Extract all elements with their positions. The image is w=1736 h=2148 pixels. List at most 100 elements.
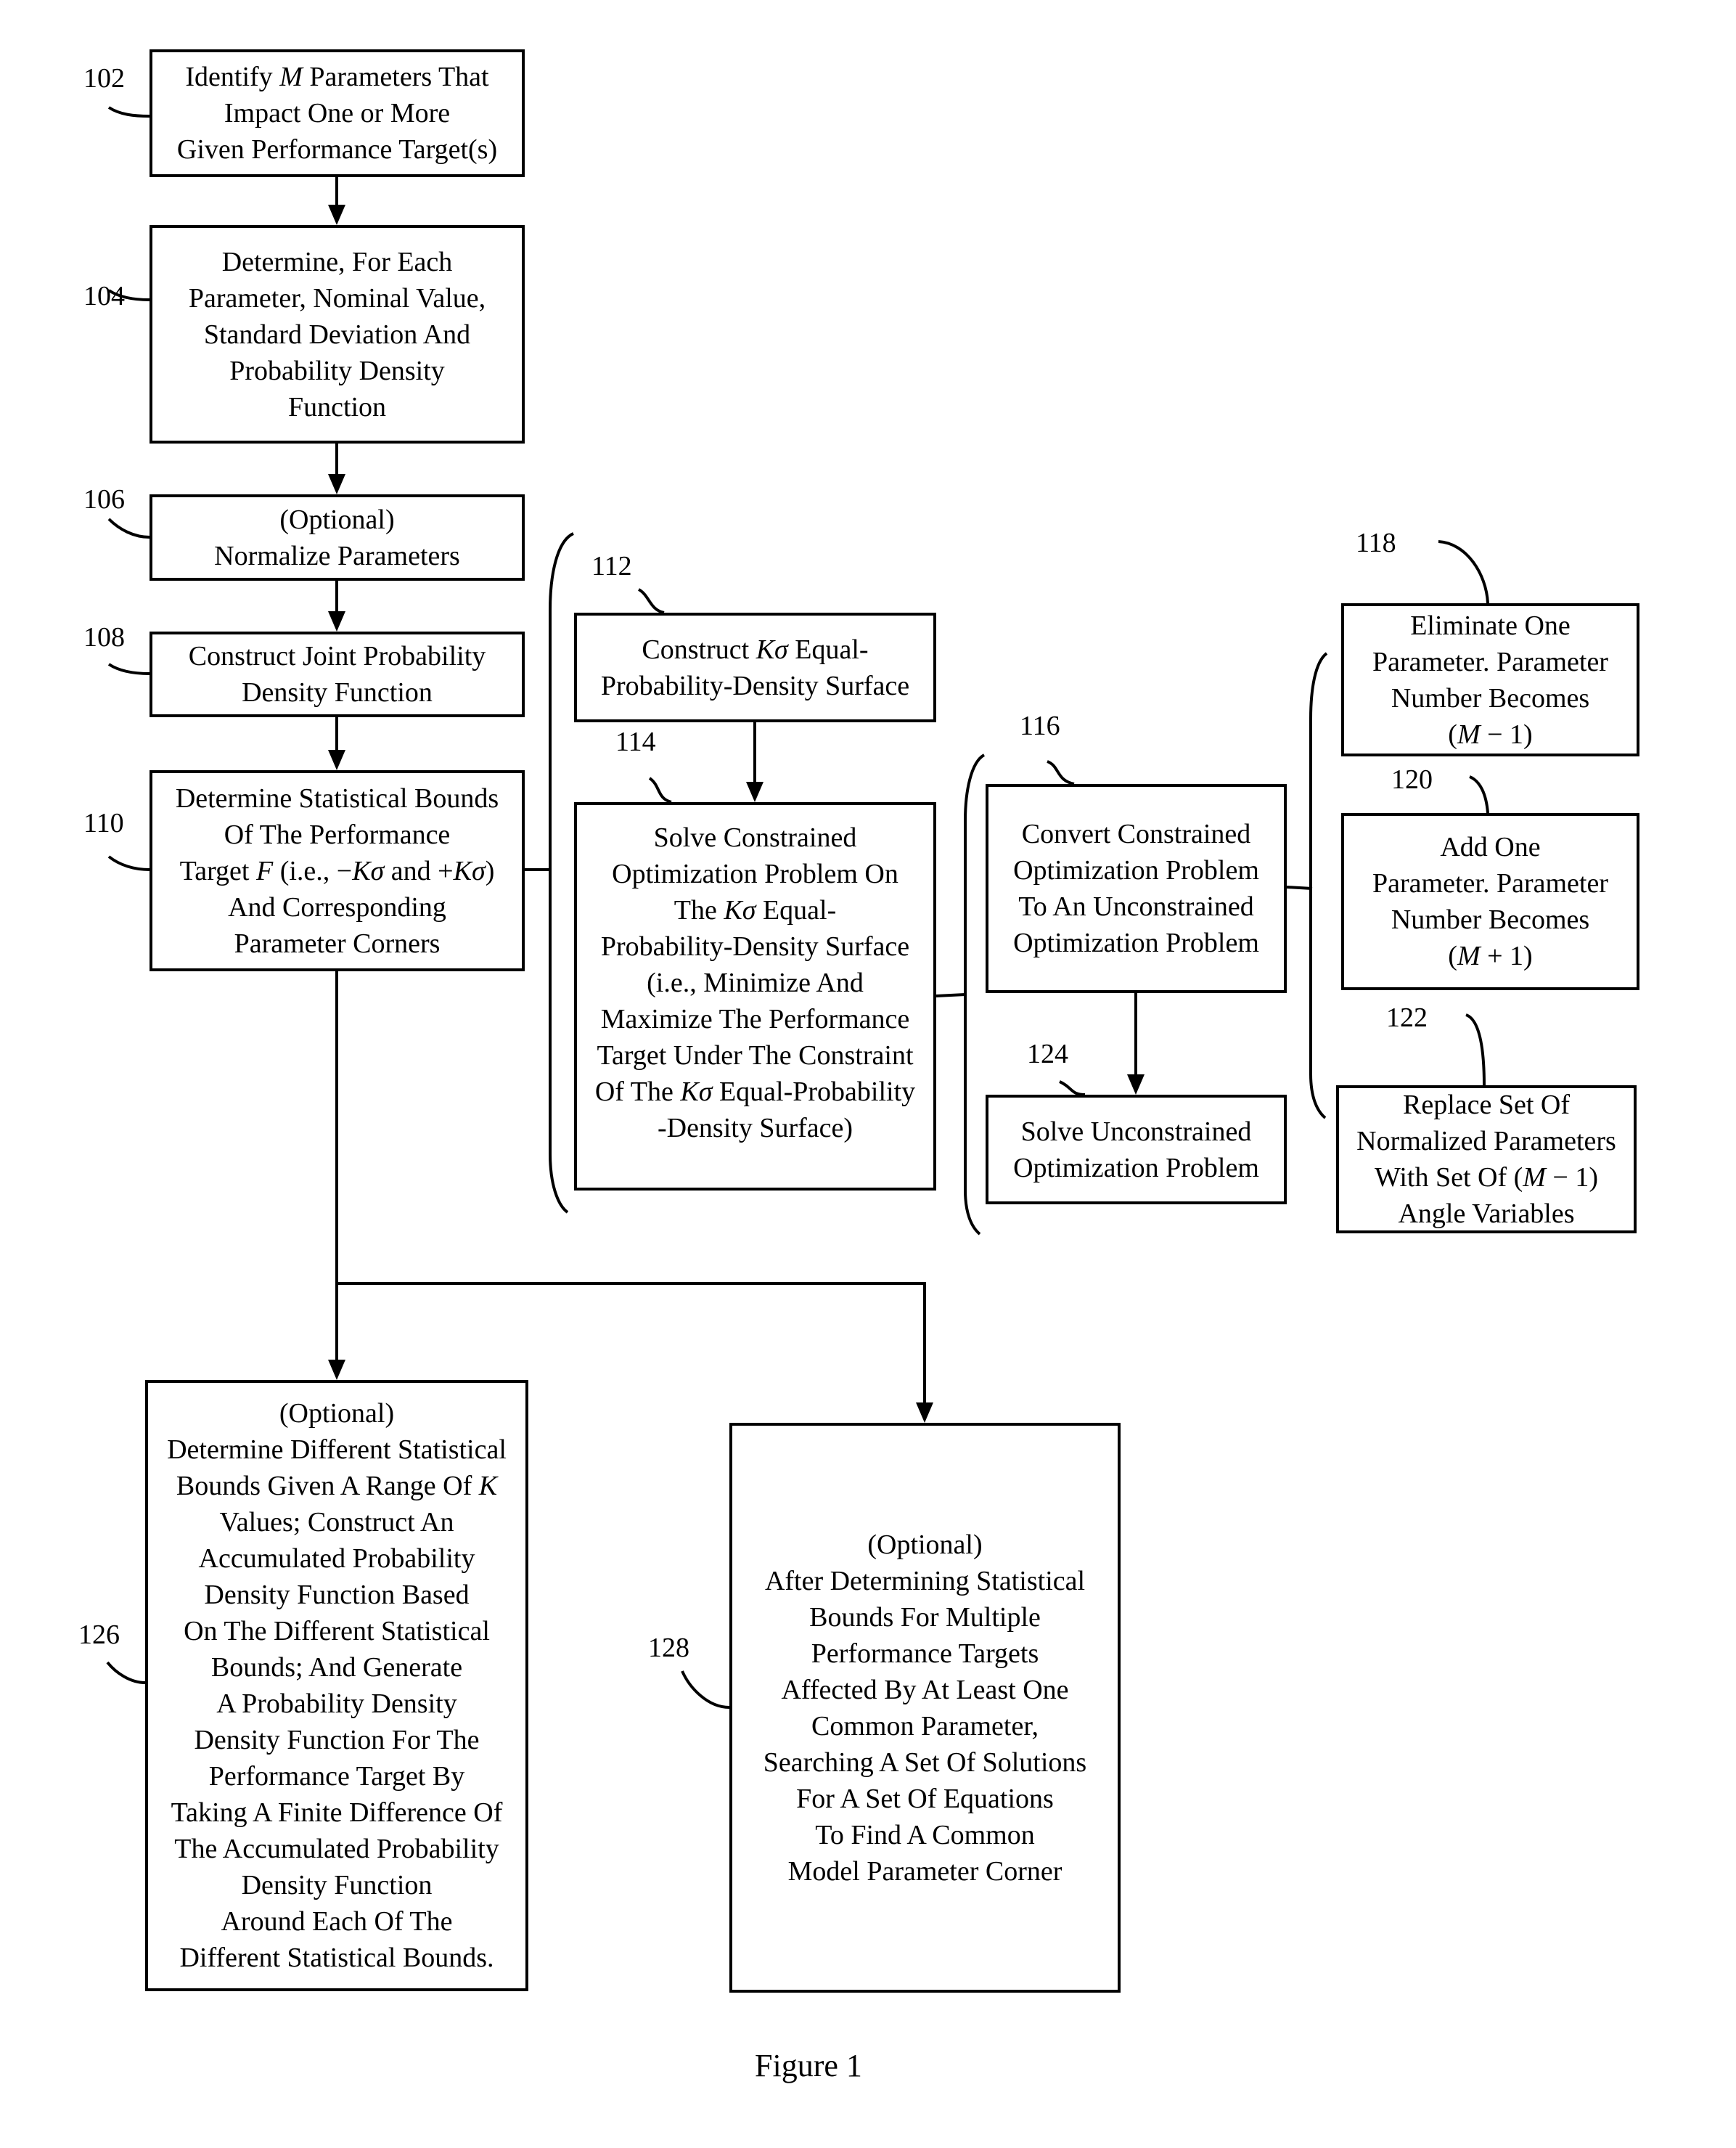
step-text-line: Function (287, 391, 387, 422)
step-text-line: The Kσ Equal- (673, 895, 837, 926)
step-text-line: Normalize Parameters (214, 540, 460, 571)
arrowhead-106 (328, 474, 345, 494)
step-114-solve-constrained: Solve Constrained Optimization Problem On… (574, 802, 936, 1191)
step-text-line: Angle Variables (1398, 1198, 1575, 1229)
step-text-line: (Optional) (279, 504, 395, 535)
step-text-line: Convert Constrained (1021, 819, 1251, 849)
step-text-line: Eliminate One (1410, 610, 1571, 641)
figure-caption: Figure 1 (755, 2048, 862, 2083)
step-text-line: Density Function (241, 1870, 433, 1900)
leader-102 (107, 106, 150, 118)
ref-108: 108 (83, 622, 125, 653)
leader-124 (1059, 1080, 1086, 1096)
step-text-line: Bounds Given A Range Of K (176, 1471, 498, 1501)
step-text-line: Replace Set Of (1402, 1090, 1571, 1120)
step-text-line: (M + 1) (1448, 941, 1533, 971)
step-110-determine-statistical-bounds: Determine Statistical Bounds Of The Perfo… (150, 770, 525, 971)
step-text-line: Bounds For Multiple (809, 1601, 1041, 1633)
step-text-line: Construct Kσ Equal- (642, 634, 869, 665)
step-text-line: Probability-Density Surface (600, 931, 910, 962)
step-text-line: Searching A Set Of Solutions (763, 1747, 1087, 1778)
step-text-line: For A Set Of Equations (796, 1783, 1054, 1814)
step-text-line: Taking A Finite Difference Of (171, 1797, 503, 1828)
step-text-line: A Probability Density (216, 1688, 457, 1719)
step-text-line: Impact One or More (224, 98, 451, 128)
step-text-line: Parameter. Parameter (1372, 868, 1608, 899)
link-114-brace (935, 993, 966, 997)
step-104-determine-nominal-values: Determine, For Each Parameter, Nominal Va… (150, 225, 525, 444)
ref-106: 106 (83, 484, 125, 515)
step-116-convert-problem: Convert Constrained Optimization Problem T… (986, 784, 1287, 993)
arrowhead-124 (1127, 1074, 1145, 1095)
leader-120 (1469, 775, 1489, 814)
step-102-identify-parameters: Identify M Parameters That Impact One or … (150, 49, 525, 177)
arrowhead-110 (328, 750, 345, 770)
step-120-add-parameter: Add One Parameter. Parameter Number Become… (1341, 813, 1639, 990)
step-text-line: Accumulated Probability (198, 1543, 475, 1574)
step-text-line: (Optional) (279, 1398, 395, 1429)
ref-128: 128 (648, 1633, 689, 1663)
arrowhead-126 (328, 1360, 345, 1380)
step-text-line: Identify M Parameters That (185, 62, 489, 92)
step-text-line: Density Function Based (204, 1580, 470, 1610)
step-124-solve-unconstrained: Solve Unconstrained Optimization Problem (986, 1095, 1287, 1204)
step-text-line: Target Under The Constraint (597, 1040, 914, 1071)
step-text-line: Probability-Density Surface (600, 670, 910, 701)
step-text-line: Affected By At Least One (781, 1674, 1069, 1705)
arrowhead-114 (746, 782, 763, 802)
step-text-line: Determine Different Statistical (167, 1434, 507, 1465)
step-text-line: Target F (i.e., −Kσ and +Kσ) (179, 855, 495, 886)
step-text-line: (M − 1) (1448, 719, 1533, 750)
step-108-construct-joint-pdf: Construct Joint Probability Density Funct… (150, 632, 525, 717)
leader-116 (1047, 760, 1075, 785)
brace-118-122 (1309, 652, 1328, 1119)
step-106-normalize-parameters: (Optional) Normalize Parameters (150, 494, 525, 581)
step-text-line: -Density Surface) (657, 1113, 853, 1143)
leader-110 (107, 855, 150, 871)
arrowhead-104 (328, 205, 345, 225)
step-text-line: Add One (1440, 832, 1541, 862)
step-text-line: Parameter. Parameter (1372, 646, 1608, 677)
step-text-line: After Determining Statistical (764, 1565, 1086, 1596)
step-text-line: Performance Targets (811, 1638, 1039, 1669)
step-text-line: Different Statistical Bounds. (179, 1943, 494, 1973)
ref-118: 118 (1356, 528, 1396, 558)
step-text-line: Maximize The Performance (600, 1004, 910, 1034)
leader-122 (1465, 1013, 1486, 1086)
leader-108 (107, 663, 150, 675)
step-text-line: Optimization Problem (1013, 928, 1259, 958)
ref-126: 126 (78, 1620, 120, 1650)
step-text-line: Density Function (242, 677, 433, 708)
step-text-line: (Optional) (867, 1529, 983, 1560)
step-112-construct-surface: Construct Kσ Equal- Probability-Density S… (574, 613, 936, 722)
step-126-accumulated-pdf: (Optional) Determine Different Statistica… (145, 1380, 528, 1991)
step-text-line: Around Each Of The (221, 1906, 453, 1937)
ref-104: 104 (83, 281, 125, 311)
step-text-line: Bounds; And Generate (210, 1652, 463, 1683)
ref-114: 114 (615, 727, 656, 757)
step-text-line: Common Parameter, (811, 1710, 1039, 1741)
step-122-replace-with-angles: Replace Set Of Normalized Parameters With … (1336, 1085, 1637, 1233)
ref-120: 120 (1391, 764, 1433, 795)
arrowhead-128 (916, 1402, 933, 1423)
step-text-line: Probability Density (229, 355, 445, 386)
step-text-line: Standard Deviation And (203, 319, 471, 350)
leader-114 (648, 777, 672, 804)
ref-122: 122 (1386, 1002, 1428, 1033)
leader-118 (1438, 540, 1489, 604)
ref-102: 102 (83, 63, 125, 94)
step-text-line: Solve Constrained (653, 822, 857, 853)
step-128-common-parameter-corner: (Optional) After Determining Statistical B… (729, 1423, 1121, 1993)
ref-112: 112 (591, 551, 632, 581)
ref-110: 110 (83, 808, 124, 838)
step-text-line: Determine, For Each (221, 246, 453, 277)
step-text-line: The Accumulated Probability (174, 1834, 499, 1864)
leader-128 (681, 1670, 730, 1709)
brace-112-114 (549, 532, 574, 1214)
link-116-brace (1286, 886, 1313, 890)
arrowhead-108 (328, 611, 345, 632)
leader-112 (637, 588, 665, 614)
step-text-line: Solve Unconstrained (1020, 1116, 1252, 1147)
ref-116: 116 (1020, 711, 1060, 741)
step-text-line: Given Performance Target(s) (176, 134, 498, 165)
